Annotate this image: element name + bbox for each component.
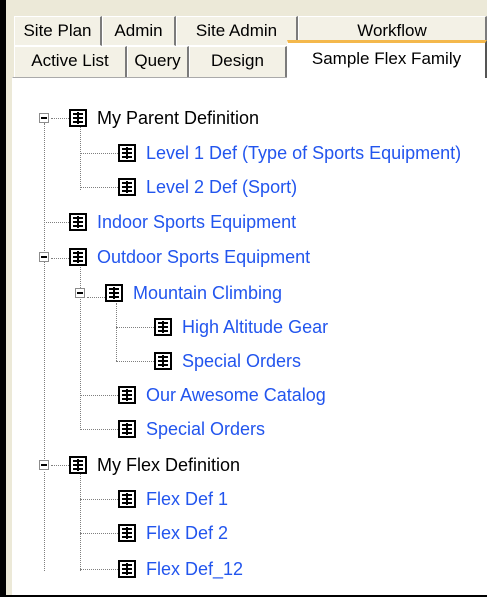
node-label: Flex Def 1 (146, 489, 229, 509)
form-icon (69, 248, 87, 266)
node-label: My Flex Definition (97, 455, 241, 475)
tab-query[interactable]: Query (127, 46, 189, 78)
tree-line (116, 327, 154, 328)
tree-line (80, 187, 118, 188)
form-icon (105, 284, 123, 302)
collapse-toggle[interactable] (39, 252, 49, 262)
node-label: Mountain Climbing (133, 283, 283, 303)
node-label: Level 2 Def (Sport) (146, 177, 298, 197)
form-icon (154, 352, 172, 370)
tree-node-level-2-def[interactable]: Level 2 Def (Sport) (13, 175, 487, 199)
tab-design[interactable]: Design (189, 46, 287, 78)
form-icon (69, 109, 87, 127)
node-label: My Parent Definition (97, 108, 260, 128)
form-icon (69, 213, 87, 231)
collapse-toggle[interactable] (39, 113, 49, 123)
tree-node-special-orders[interactable]: Special Orders (13, 417, 487, 441)
definition-tree: My Parent Definition Level 1 Def (Type o… (13, 78, 487, 594)
node-label: Level 1 Def (Type of Sports Equipment) (146, 143, 462, 163)
tree-node-level-1-def[interactable]: Level 1 Def (Type of Sports Equipment) (13, 141, 487, 165)
tree-node-my-parent-definition[interactable]: My Parent Definition (13, 106, 487, 130)
tree-line (80, 533, 118, 534)
node-label: Special Orders (182, 351, 302, 371)
tab-admin[interactable]: Admin (102, 16, 176, 46)
collapse-toggle[interactable] (39, 460, 49, 470)
form-icon (118, 490, 136, 508)
node-label: Outdoor Sports Equipment (97, 247, 311, 267)
tab-sample-flex-family[interactable]: Sample Flex Family (287, 40, 487, 78)
form-icon (69, 456, 87, 474)
tree-line (116, 361, 154, 362)
node-label: Flex Def 2 (146, 523, 229, 543)
tree-line (80, 569, 118, 570)
form-icon (118, 386, 136, 404)
form-icon (118, 144, 136, 162)
tree-node-special-orders-sub[interactable]: Special Orders (13, 349, 487, 373)
tree-line (80, 153, 118, 154)
tab-site-admin[interactable]: Site Admin (176, 16, 298, 46)
tree-panel: My Parent Definition Level 1 Def (Type o… (12, 77, 487, 595)
form-icon (118, 560, 136, 578)
form-icon (118, 420, 136, 438)
collapse-toggle[interactable] (75, 288, 85, 298)
tree-node-flex-def-2[interactable]: Flex Def 2 (13, 521, 487, 545)
tab-active-list[interactable]: Active List (14, 46, 127, 78)
form-icon (118, 524, 136, 542)
tree-line (80, 429, 118, 430)
tree-node-outdoor-sports-equipment[interactable]: Outdoor Sports Equipment (13, 245, 487, 269)
tree-node-my-flex-definition[interactable]: My Flex Definition (13, 453, 487, 477)
tab-site-plan[interactable]: Site Plan (14, 16, 102, 46)
tree-node-flex-def-12[interactable]: Flex Def_12 (13, 557, 487, 581)
form-icon (154, 318, 172, 336)
node-label: Indoor Sports Equipment (97, 212, 297, 232)
tree-node-flex-def-1[interactable]: Flex Def 1 (13, 487, 487, 511)
tree-line (80, 499, 118, 500)
node-label: High Altitude Gear (182, 317, 329, 337)
node-label: Special Orders (146, 419, 266, 439)
tree-line (44, 222, 69, 223)
node-label: Flex Def_12 (146, 559, 244, 579)
tree-node-mountain-climbing[interactable]: Mountain Climbing (13, 281, 487, 305)
node-label: Our Awesome Catalog (146, 385, 326, 405)
window-frame: Site Plan Admin Site Admin Workflow Acti… (0, 0, 487, 597)
form-icon (118, 178, 136, 196)
tree-line (80, 395, 118, 396)
tree-node-indoor-sports-equipment[interactable]: Indoor Sports Equipment (13, 210, 487, 234)
tree-node-high-altitude-gear[interactable]: High Altitude Gear (13, 315, 487, 339)
tree-node-our-awesome-catalog[interactable]: Our Awesome Catalog (13, 383, 487, 407)
